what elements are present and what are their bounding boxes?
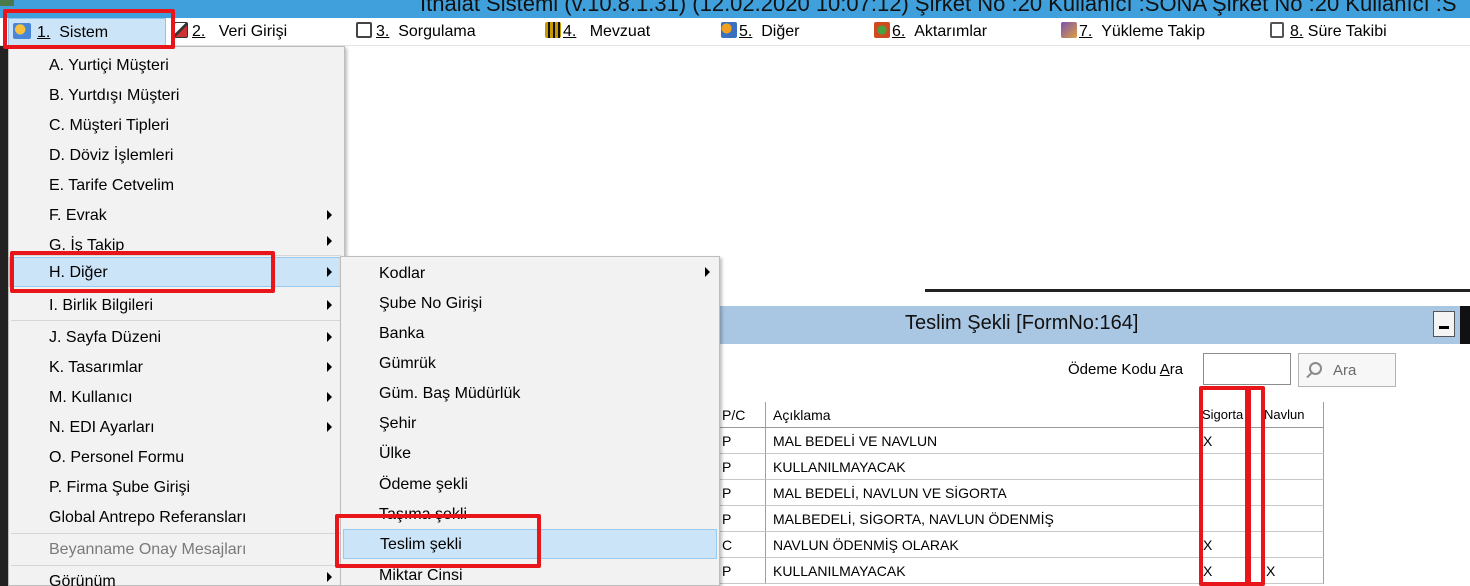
submenu-item-miktar-cinsi[interactable]: Miktar Cinsi	[341, 561, 719, 586]
search-label: Ödeme Kodu Ara	[1068, 361, 1184, 378]
submenu-item-gumruk[interactable]: Gümrük	[341, 349, 719, 379]
submenu-item-ulke[interactable]: Ülke	[341, 439, 719, 469]
window-title: İthalat Sistemi (v.10.8.1.31) (12.02.202…	[420, 0, 1457, 16]
menu-separator	[11, 255, 341, 256]
data-entry-icon	[174, 22, 188, 38]
menu-yukleme-takip[interactable]: 7. Yükleme Takip	[1061, 18, 1205, 46]
submenu-arrow-icon	[327, 332, 332, 342]
window-title-bar: İthalat Sistemi (v.10.8.1.31) (12.02.202…	[0, 0, 1470, 18]
payment-code-search-input[interactable]	[1203, 353, 1291, 385]
grid-header: P/C Açıklama Sigorta Navlun	[720, 402, 1324, 428]
menu-item-diger[interactable]: H. Diğer	[9, 257, 344, 287]
search-icon	[1309, 362, 1322, 375]
table-row[interactable]: P KULLANILMAYACAK X X	[720, 558, 1324, 584]
submenu-item-sube-no-girisi[interactable]: Şube No Girişi	[341, 289, 719, 319]
menu-item-gorunum[interactable]: Görünüm	[9, 567, 344, 586]
menu-separator	[11, 565, 341, 566]
submenu-arrow-icon	[327, 267, 332, 277]
form-title: Teslim Şekli [FormNo:164]	[905, 312, 1139, 334]
submenu-arrow-icon	[327, 422, 332, 432]
window-left-edge	[0, 46, 8, 586]
menu-aktarimlar[interactable]: 6. Aktarımlar	[874, 18, 987, 46]
transfer-icon	[874, 22, 890, 38]
menu-item-kullanici[interactable]: M. Kullanıcı	[9, 383, 344, 413]
menu-diger[interactable]: 5. Diğer	[721, 18, 799, 46]
menu-sure-takibi[interactable]: 8. Süre Takibi	[1270, 18, 1387, 46]
menu-mevzuat[interactable]: 4. Mevzuat	[545, 18, 650, 46]
menu-separator	[11, 320, 341, 321]
submenu-item-tasima-sekli[interactable]: Taşıma şekli	[341, 500, 719, 530]
submenu-item-banka[interactable]: Banka	[341, 319, 719, 349]
table-row[interactable]: P KULLANILMAYACAK	[720, 454, 1324, 480]
menu-item-global-antrepo[interactable]: Global Antrepo Referansları	[9, 503, 344, 533]
menu-item-sayfa-duzeni[interactable]: J. Sayfa Düzeni	[9, 323, 344, 353]
query-icon	[356, 22, 372, 38]
menu-item-firma-sube-girisi[interactable]: P. Firma Şube Girişi	[9, 473, 344, 503]
form-title-edge	[1460, 306, 1470, 344]
menu-item-tasarimlar[interactable]: K. Tasarımlar	[9, 353, 344, 383]
menu-item-beyanname-onay: Beyanname Onay Mesajları	[49, 541, 247, 558]
column-header-pc[interactable]: P/C	[720, 402, 766, 428]
books-icon	[545, 22, 561, 38]
menu-separator	[11, 533, 341, 534]
column-header-sigorta[interactable]: Sigorta	[1200, 402, 1262, 428]
submenu-arrow-icon	[327, 362, 332, 372]
submenu-item-kodlar[interactable]: Kodlar	[341, 259, 719, 289]
menu-item-musteri-tipleri[interactable]: C. Müşteri Tipleri	[9, 111, 344, 141]
search-button[interactable]: Ara	[1298, 353, 1396, 387]
system-icon	[13, 23, 31, 39]
menu-item-yurtici-musteri[interactable]: A. Yurtiçi Müşteri	[9, 51, 344, 81]
menu-bar: 1. Sistem 2. Veri Girişi 3. Sorgulama 4.…	[0, 18, 1470, 46]
submenu-item-gum-bas-mudurluk[interactable]: Güm. Baş Müdürlük	[341, 379, 719, 409]
menu-veri-girisi[interactable]: 2. Veri Girişi	[174, 18, 287, 46]
submenu-arrow-icon	[327, 210, 332, 220]
menu-item-edi-ayarlari[interactable]: N. EDI Ayarları	[9, 413, 344, 443]
menu-item-personel-formu[interactable]: O. Personel Formu	[9, 443, 344, 473]
table-row[interactable]: P MAL BEDELİ VE NAVLUN X	[720, 428, 1324, 454]
table-row[interactable]: P MALBEDELİ, SİGORTA, NAVLUN ÖDENMİŞ	[720, 506, 1324, 532]
other-icon	[721, 22, 737, 38]
app-icon	[0, 0, 14, 6]
minimize-icon	[1439, 326, 1449, 329]
teslim-sekli-form: Teslim Şekli [FormNo:164] Ödeme Kodu Ara…	[720, 306, 1470, 586]
diger-submenu: Kodlar Şube No Girişi Banka Gümrük Güm. …	[340, 256, 720, 586]
table-row[interactable]: P MAL BEDELİ, NAVLUN VE SİGORTA	[720, 480, 1324, 506]
menu-item-yurtdisi-musteri[interactable]: B. Yurtdışı Müşteri	[9, 81, 344, 111]
menu-item-birlik-bilgileri[interactable]: I. Birlik Bilgileri	[9, 291, 344, 321]
calendar-icon	[1270, 22, 1284, 38]
sistem-dropdown-menu: A. Yurtiçi Müşteri B. Yurtdışı Müşteri C…	[8, 46, 345, 586]
menu-sistem[interactable]: 1. Sistem	[8, 18, 166, 46]
submenu-item-teslim-sekli[interactable]: Teslim şekli	[343, 529, 717, 559]
submenu-arrow-icon	[327, 236, 332, 246]
submenu-arrow-icon	[705, 267, 710, 277]
column-header-aciklama[interactable]: Açıklama	[766, 402, 1200, 428]
menu-item-evrak[interactable]: F. Evrak	[9, 201, 344, 231]
submenu-arrow-icon	[327, 300, 332, 310]
submenu-item-sehir[interactable]: Şehir	[341, 409, 719, 439]
form-title-bar: Teslim Şekli [FormNo:164]	[720, 306, 1470, 344]
background-window-edge	[925, 289, 1470, 292]
menu-sorgulama[interactable]: 3. Sorgulama	[356, 18, 476, 46]
submenu-arrow-icon	[327, 572, 332, 582]
column-header-navlun[interactable]: Navlun	[1262, 402, 1324, 428]
menu-item-tarife-cetvelim[interactable]: E. Tarife Cetvelim	[9, 171, 344, 201]
loading-track-icon	[1061, 22, 1077, 38]
menu-item-doviz-islemleri[interactable]: D. Döviz İşlemleri	[9, 141, 344, 171]
table-row[interactable]: C NAVLUN ÖDENMİŞ OLARAK X	[720, 532, 1324, 558]
submenu-arrow-icon	[327, 392, 332, 402]
submenu-item-odeme-sekli[interactable]: Ödeme şekli	[341, 470, 719, 500]
minimize-button[interactable]	[1433, 311, 1455, 337]
